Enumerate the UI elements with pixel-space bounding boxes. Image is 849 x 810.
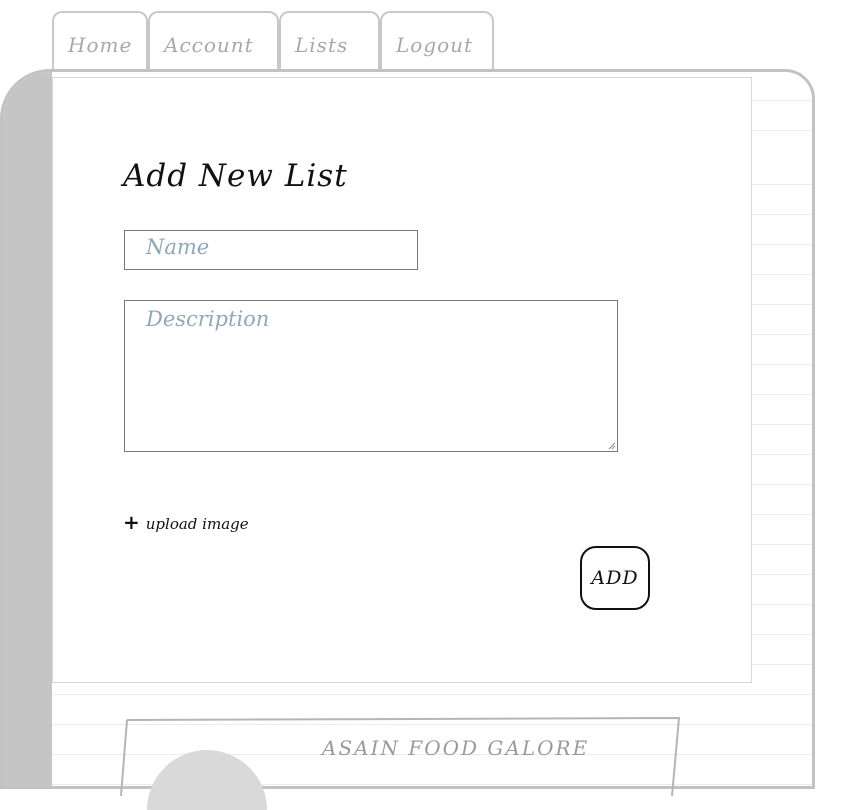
resize-grip-icon[interactable] [608,442,616,450]
list-item-title: ASAIN FOOD GALORE [322,736,590,760]
tab-account-label: Account [164,33,254,57]
tab-home-label: Home [68,33,133,57]
tab-account[interactable]: Account [148,11,279,71]
tab-lists-label: Lists [295,33,349,57]
add-list-card: Add New List Name Description + upload im… [52,77,752,683]
notebook-spine [3,72,52,786]
list-item[interactable]: ASAIN FOOD GALORE [119,716,681,810]
tab-logout-label: Logout [396,33,474,57]
description-placeholder: Description [146,307,270,331]
name-input[interactable]: Name [124,230,418,270]
name-placeholder: Name [146,235,210,259]
tab-home[interactable]: Home [52,11,148,71]
description-textarea[interactable]: Description [124,300,618,452]
plus-icon: + [123,510,140,534]
upload-image-label: upload image [145,515,249,533]
tab-lists[interactable]: Lists [279,11,380,71]
add-button[interactable]: ADD [580,546,650,610]
add-button-label: ADD [591,567,639,589]
upload-image-link[interactable]: + upload image [123,510,249,534]
page-title: Add New List [123,158,348,194]
tab-logout[interactable]: Logout [380,11,494,71]
